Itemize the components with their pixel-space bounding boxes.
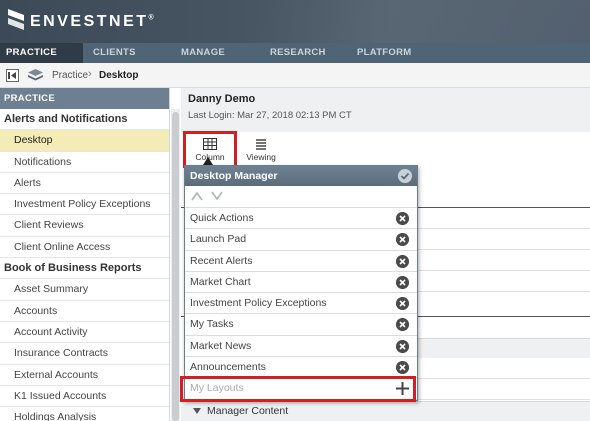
sidebar-item[interactable]: External Accounts <box>0 365 169 386</box>
background-row <box>418 229 590 250</box>
desktop-manager-item-label: Investment Policy Exceptions <box>190 297 327 310</box>
sidebar: PRACTICE Alerts and Notifications Desktop… <box>0 88 170 421</box>
sidebar-section-header[interactable]: Book of Business Reports <box>0 258 169 280</box>
nav-tab-practice[interactable]: PRACTICE <box>0 43 83 63</box>
desktop-manager-item[interactable]: Recent Alerts <box>185 251 417 272</box>
viewing-label: Viewing <box>246 152 276 162</box>
desktop-manager-item-label: Quick Actions <box>190 212 254 224</box>
sidebar-item[interactable]: Investment Policy Exceptions <box>0 194 169 216</box>
desktop-manager-header: Desktop Manager <box>185 166 417 186</box>
user-name: Danny Demo <box>188 93 256 105</box>
breadcrumb-practice[interactable]: Practice <box>52 70 88 81</box>
envestnet-logo-icon <box>8 9 24 30</box>
desktop-manager-title: Desktop Manager <box>190 170 278 182</box>
desktop-manager-item[interactable]: Investment Policy Exceptions <box>185 293 417 315</box>
brand-bar: ENVESTNET® <box>0 0 590 43</box>
desktop-manager-item-label: Launch Pad <box>190 233 247 246</box>
my-layouts-highlight <box>180 376 416 402</box>
background-row <box>418 208 590 229</box>
viewing-button[interactable]: Viewing <box>243 138 279 162</box>
chevron-up-icon[interactable] <box>191 191 203 201</box>
remove-icon[interactable] <box>396 297 409 311</box>
sidebar-item[interactable]: Client Online Access <box>0 237 169 259</box>
remove-icon[interactable] <box>396 233 409 247</box>
sidebar-item[interactable]: Client Reviews <box>0 215 169 237</box>
checkmark-icon[interactable] <box>398 169 412 183</box>
remove-icon[interactable] <box>396 361 409 375</box>
sidebar-header: PRACTICE <box>0 88 169 109</box>
nav-tab-research[interactable]: RESEARCH <box>270 43 326 63</box>
sidebar-item[interactable]: Asset Summary <box>0 279 169 301</box>
desktop-manager-item-label: Market Chart <box>190 275 251 288</box>
desktop-manager-item-label: Market News <box>190 339 252 352</box>
desktop-manager-panel: Desktop Manager Quick Actions Launch Pad R… <box>184 165 418 401</box>
remove-icon[interactable] <box>396 212 409 225</box>
collapse-panel-icon[interactable] <box>6 69 19 82</box>
column-highlight <box>183 131 237 168</box>
breadcrumb-desktop: Desktop <box>99 70 139 81</box>
sidebar-item[interactable]: Desktop <box>0 130 169 152</box>
brand-name: ENVESTNET® <box>30 13 154 30</box>
background-row <box>418 250 590 271</box>
chevron-right-icon: › <box>88 68 92 80</box>
chevron-down-icon[interactable] <box>211 191 223 201</box>
nav-tab-manage[interactable]: MANAGE <box>181 43 225 63</box>
remove-icon[interactable] <box>396 275 409 289</box>
desktop-manager-item[interactable]: Market Chart <box>185 272 417 294</box>
last-login: Last Login: Mar 27, 2018 02:13 PM CT <box>188 110 352 121</box>
top-nav: PRACTICE CLIENTS MANAGE RESEARCH PLATFOR… <box>0 43 590 63</box>
remove-icon[interactable] <box>396 318 409 332</box>
desktop-manager-item[interactable]: Launch Pad <box>185 229 417 251</box>
background-row <box>418 358 590 379</box>
desktop-manager-item-label: My Tasks <box>190 318 234 331</box>
remove-icon[interactable] <box>396 254 409 268</box>
nav-tab-platform[interactable]: PLATFORM <box>357 43 411 63</box>
desktop-manager-item[interactable]: My Tasks <box>185 314 417 336</box>
background-band <box>418 338 590 358</box>
sidebar-item[interactable]: Account Activity <box>0 322 169 344</box>
sidebar-item[interactable]: Accounts <box>0 301 169 322</box>
sidebar-item[interactable]: Notifications <box>0 152 169 173</box>
sidebar-item[interactable]: Insurance Contracts <box>0 343 169 365</box>
layers-icon[interactable] <box>28 69 43 82</box>
nav-tab-clients[interactable]: CLIENTS <box>93 43 136 63</box>
breadcrumb: Practice › Desktop <box>0 63 590 88</box>
sidebar-item[interactable]: Alerts <box>0 173 169 195</box>
sidebar-item[interactable]: Holdings Analysis <box>0 407 169 421</box>
desktop-manager-item[interactable]: Quick Actions <box>185 208 417 230</box>
background-row <box>418 271 590 292</box>
caret-down-icon <box>193 408 201 414</box>
manager-content-label: Manager Content <box>207 405 289 417</box>
background-row <box>418 379 590 400</box>
sidebar-item[interactable]: K1 Issued Accounts <box>0 386 169 408</box>
desktop-manager-item-label: Recent Alerts <box>190 254 253 267</box>
desktop-manager-item[interactable]: Market News <box>185 336 417 358</box>
sidebar-section-header[interactable]: Alerts and Notifications <box>0 109 169 131</box>
list-lines-icon <box>256 139 266 150</box>
remove-icon[interactable] <box>396 339 409 353</box>
reorder-controls <box>185 186 417 208</box>
desktop-manager-item-label: Announcements <box>190 361 266 374</box>
sidebar-scroll-thumb[interactable] <box>172 112 179 421</box>
